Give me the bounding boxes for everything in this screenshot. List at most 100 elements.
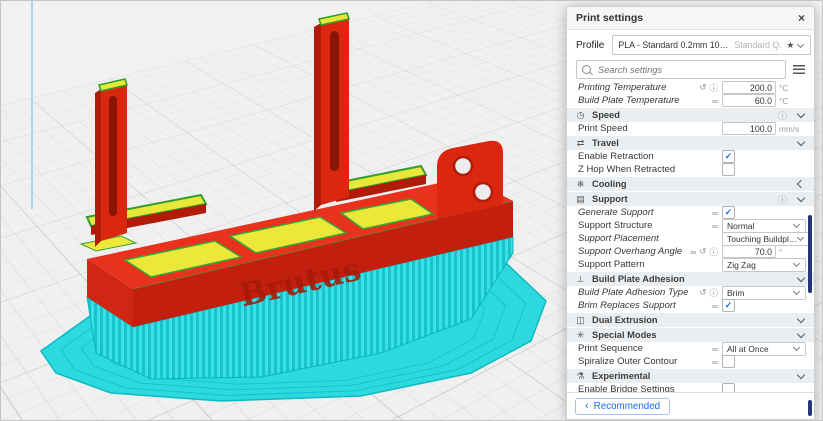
chevron-left-icon (796, 179, 806, 189)
print-speed-input[interactable]: 100.0 (722, 122, 776, 135)
support-pattern-select[interactable]: Zig Zag (722, 257, 806, 272)
setting-label: Spiralize Outer Contour (578, 356, 678, 367)
setting-label: Build Plate Adhesion Type (578, 287, 689, 298)
chevron-down-icon (796, 329, 806, 339)
recommended-label: Recommended (593, 400, 661, 412)
unit-label: mm/s (779, 123, 800, 134)
setting-build-plate-adhesion-type: Build Plate Adhesion Type ↺ ⓘ Brim (567, 285, 814, 300)
setting-generate-support: Generate Support ∞ ✓ (567, 206, 814, 219)
link-icon[interactable]: ∞ (712, 221, 718, 231)
setting-label: Print Speed (578, 123, 628, 134)
chevron-down-icon (796, 109, 806, 119)
link-icon[interactable]: ∞ (712, 208, 718, 218)
unit-label: ° (779, 246, 783, 257)
info-icon[interactable]: ⓘ (778, 193, 787, 206)
z-hop-checkbox[interactable] (722, 163, 735, 176)
setting-enable-retraction: Enable Retraction ✓ (567, 150, 814, 163)
profile-row: Profile PLA - Standard 0.2mm 100mm/s L..… (567, 30, 814, 58)
setting-printing-temperature: Printing Temperature ↺ ⓘ 200.0 °C (567, 81, 814, 94)
profile-label: Profile (576, 39, 605, 51)
support-icon: ▤ (576, 193, 585, 204)
link-icon[interactable]: ∞ (712, 357, 718, 367)
category-travel[interactable]: ⇄ Travel (567, 136, 814, 150)
category-label: Support (592, 194, 628, 204)
chevron-down-icon (796, 273, 806, 283)
favorite-star-icon[interactable]: ★ (786, 40, 794, 51)
profile-suffix: Standard Q... (734, 40, 783, 50)
unit-label: °C (779, 82, 789, 93)
chevron-down-icon (792, 259, 801, 268)
category-label: Build Plate Adhesion (592, 274, 685, 284)
spiralize-checkbox[interactable] (722, 355, 735, 368)
link-icon[interactable]: ∞ (712, 301, 718, 311)
profile-select[interactable]: PLA - Standard 0.2mm 100mm/s L... Standa… (612, 35, 812, 55)
scrollbar-thumb[interactable] (808, 400, 812, 416)
setting-label: Generate Support (578, 207, 654, 218)
link-icon[interactable]: ∞ (712, 96, 718, 106)
chevron-down-icon (792, 287, 801, 296)
chevron-down-icon (797, 40, 805, 48)
support-structure-select[interactable]: Normal (722, 218, 806, 233)
search-icon (582, 65, 591, 74)
dual-extrusion-icon: ◫ (576, 314, 585, 325)
category-label: Cooling (592, 179, 627, 189)
setting-build-plate-temperature: Build Plate Temperature ∞ 60.0 °C (567, 94, 814, 107)
print-sequence-select[interactable]: All at Once (722, 341, 806, 356)
category-special-modes[interactable]: ✳ Special Modes (567, 328, 814, 342)
scrollbar-thumb[interactable] (808, 215, 812, 293)
sliced-model-preview[interactable]: Brutus (1, 1, 566, 420)
cura-window: Brutus Print settings × Profile PLA - St… (0, 0, 823, 421)
link-icon[interactable]: ∞ (712, 344, 718, 354)
profile-value: PLA - Standard 0.2mm 100mm/s L... (618, 40, 730, 50)
setting-label: Support Pattern (578, 259, 645, 270)
setting-label: Z Hop When Retracted (578, 164, 676, 175)
search-box[interactable] (576, 60, 786, 79)
reset-icon[interactable]: ↺ (699, 246, 706, 257)
settings-list[interactable]: Printing Temperature ↺ ⓘ 200.0 °C Build … (567, 81, 814, 393)
setting-brim-replaces-support: Brim Replaces Support ∞ ✓ (567, 299, 814, 312)
setting-support-overhang-angle: Support Overhang Angle ∞ ↺ ⓘ 70.0 ° (567, 245, 814, 258)
chevron-down-icon (796, 193, 806, 203)
panel-header: Print settings × (567, 7, 814, 30)
adhesion-type-select[interactable]: Brim (722, 285, 806, 300)
category-label: Experimental (592, 371, 651, 381)
tower-left (95, 78, 128, 247)
info-icon[interactable]: ⓘ (709, 287, 718, 299)
settings-visibility-menu-icon[interactable] (793, 65, 805, 74)
chevron-down-icon (796, 370, 806, 380)
category-dual-extrusion[interactable]: ◫ Dual Extrusion (567, 313, 814, 327)
chevron-down-icon (792, 343, 801, 352)
travel-icon: ⇄ (576, 137, 585, 148)
chevron-down-icon (792, 220, 801, 229)
reset-icon[interactable]: ↺ (699, 82, 706, 93)
category-experimental[interactable]: ⚗ Experimental (567, 369, 814, 383)
category-build-plate-adhesion[interactable]: ⊥ Build Plate Adhesion (567, 272, 814, 286)
search-input[interactable] (596, 63, 780, 76)
generate-support-checkbox[interactable]: ✓ (722, 206, 735, 219)
chevron-left-icon: ‹ (585, 399, 589, 412)
category-cooling[interactable]: ❄ Cooling (567, 177, 814, 191)
link-icon[interactable]: ∞ (690, 247, 696, 257)
info-icon[interactable]: ⓘ (709, 246, 718, 258)
reset-icon[interactable]: ↺ (699, 287, 706, 298)
category-speed[interactable]: ◷ Speed ⓘ (567, 108, 814, 122)
brim-replaces-support-checkbox[interactable]: ✓ (722, 299, 735, 312)
info-icon[interactable]: ⓘ (709, 82, 718, 94)
category-support[interactable]: ▤ Support ⓘ (567, 192, 814, 206)
support-placement-select[interactable]: Touching Buildpla... (722, 231, 810, 246)
enable-retraction-checkbox[interactable]: ✓ (722, 150, 735, 163)
chevron-down-icon (796, 233, 805, 242)
build-plate-temperature-input[interactable]: 60.0 (722, 94, 776, 107)
unit-label: °C (779, 95, 789, 106)
close-icon[interactable]: × (798, 12, 805, 24)
info-icon[interactable]: ⓘ (778, 109, 787, 122)
tower-middle (314, 12, 350, 211)
setting-support-structure: Support Structure ∞ Normal (567, 218, 814, 233)
setting-label: Support Overhang Angle (578, 246, 683, 257)
recommended-mode-button[interactable]: ‹ Recommended (575, 397, 671, 415)
chevron-down-icon (796, 314, 806, 324)
fan-icon: ❄ (576, 178, 585, 189)
printing-temperature-input[interactable]: 200.0 (722, 81, 776, 94)
setting-label: Printing Temperature (578, 82, 667, 93)
support-overhang-angle-input[interactable]: 70.0 (722, 245, 776, 258)
